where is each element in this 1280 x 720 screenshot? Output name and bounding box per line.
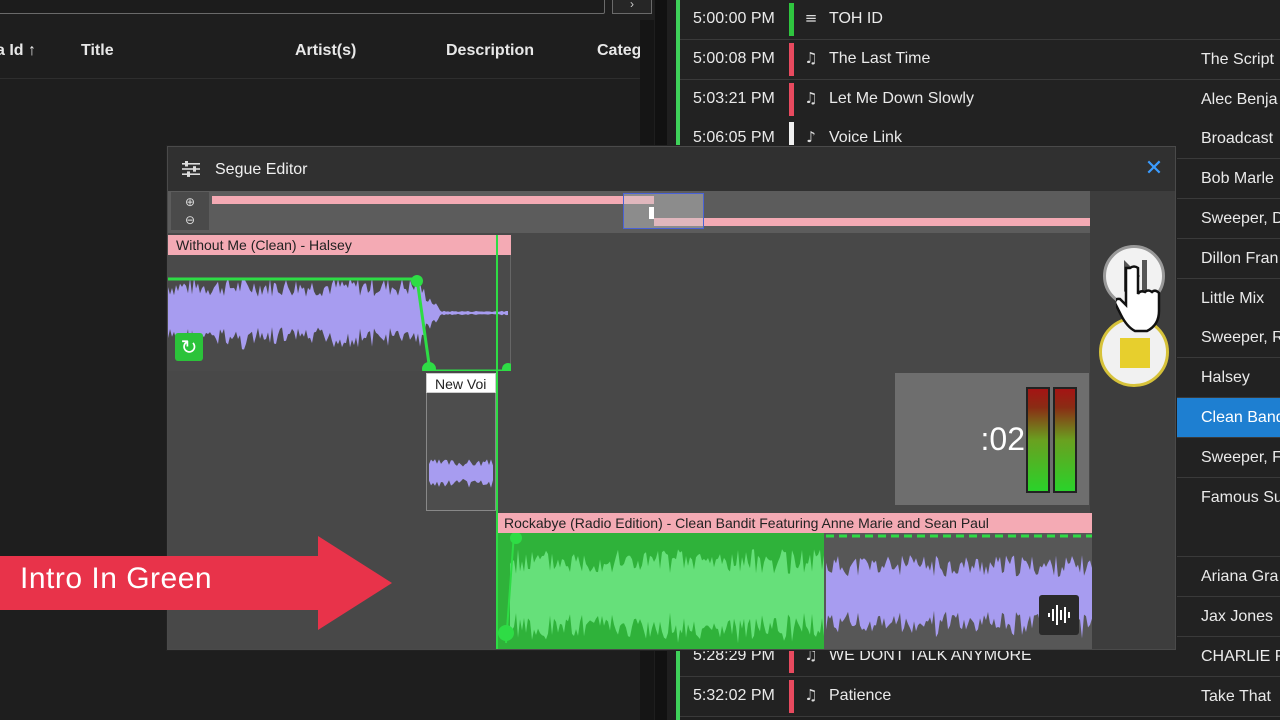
countdown-timer: :02 [980,421,1025,457]
track-voice-waveform[interactable] [426,393,496,511]
playlist-title: Voice Link [829,129,902,147]
playlist-row[interactable]: 5:00:00 PM ≡ TOH ID [680,0,1280,40]
playlist-artist: Clean Band [1201,409,1280,426]
playlist-artist: Sweeper, F [1201,448,1280,466]
meter-fill-left [1028,389,1048,491]
column-header-id[interactable]: a Id ↑ [0,42,36,60]
category-color-bar [789,42,794,76]
overview-track-outgoing [212,196,654,204]
track-outgoing-label: Without Me (Clean) - Halsey [168,235,511,255]
zoom-in-icon[interactable]: ⊕ [177,193,203,211]
playlist-artist: Ariana Gra [1201,568,1279,586]
header-divider [0,78,640,79]
close-icon[interactable]: ✕ [1143,158,1165,181]
search-go-button[interactable]: › [612,0,652,14]
waveform-voice [429,459,493,488]
countdown-panel: :02 [895,373,1089,505]
playlist-artist: Broadcast [1201,130,1274,148]
playlist-time: 5:32:02 PM [693,686,775,704]
category-color-bar [789,3,794,36]
stop-icon [1120,338,1150,368]
column-header-description[interactable]: Description [446,42,534,60]
playlist-title: TOH ID [829,10,883,27]
playlist-artist: Jax Jones [1201,608,1274,625]
playlist-artist: Bob Marle [1201,170,1274,188]
track-voice-label: New Voi [426,373,496,393]
category-color-bar [789,679,794,713]
track-outgoing-waveform[interactable] [168,255,514,376]
playlist-artist: Famous Su [1201,488,1280,506]
column-header-artists[interactable]: Artist(s) [295,42,356,60]
level-meter-right [1053,387,1077,493]
dialog-title: Segue Editor [215,161,308,178]
music-note-icon: ♫ [804,88,818,107]
playlist-artist: Sweeper, D [1201,210,1280,227]
playlist-row[interactable]: 5:32:02 PM ♫ Patience Take That [680,676,1280,717]
timeline-overview[interactable]: ⊕ ⊖ [168,191,1090,233]
zoom-controls: ⊕ ⊖ [171,192,209,230]
playlist-artist: Take That [1201,687,1271,705]
meter-fill-right [1055,389,1075,491]
column-header-title[interactable]: Title [81,42,114,60]
track-incoming-label: Rockabye (Radio Edition) - Clean Bandit … [496,513,1092,533]
overview-track-incoming [654,218,1090,226]
dialog-header: Segue Editor ✕ [168,147,1175,191]
playlist-title: Patience [829,686,892,704]
waveform-incoming [498,533,1092,644]
playlist-artist: Alec Benja [1201,90,1278,108]
playlist-time: 5:06:05 PM [693,129,775,147]
playlist-title: Let Me Down Slowly [829,89,974,107]
playlist-title: The Last Time [829,49,931,67]
loop-icon[interactable]: ↻ [175,333,203,361]
antenna-icon: ≡ [804,9,818,27]
playlist-time: 5:03:21 PM [693,89,775,107]
overview-position-marker [649,207,654,219]
playlist-row[interactable]: 5:00:08 PM ♫ The Last Time The Script [680,39,1280,80]
playlist-artist: Dillon Fran [1201,249,1279,267]
playlist-artist: Little Mix [1201,289,1265,307]
playlist-artist: The Script [1201,50,1274,68]
level-meter-left [1026,387,1050,493]
music-note-icon: ♫ [804,48,818,67]
waveform-icon[interactable] [1039,595,1079,635]
music-note-icon: ♫ [804,685,818,704]
overview-viewport-handle[interactable] [623,193,704,229]
column-header-category[interactable]: Categ [597,42,641,60]
playlist-artist: CHARLIE P [1201,647,1280,665]
playlist-time: 5:00:00 PM [693,10,775,27]
category-color-bar [789,82,794,116]
waveform-outgoing [168,275,514,376]
playlist-artist: Halsey [1201,369,1250,387]
playlist-time: 5:00:08 PM [693,49,775,67]
playlist-row[interactable]: 5:03:21 PM ♫ Let Me Down Slowly Alec Benja [680,79,1280,120]
hand-cursor-icon [1116,265,1161,333]
search-input[interactable] [0,0,605,14]
callout-text: Intro In Green [20,562,213,595]
playhead-line[interactable] [496,235,498,649]
playlist-artist: Sweeper, R [1201,329,1280,347]
zoom-out-icon[interactable]: ⊖ [177,211,203,229]
sliders-icon [182,161,200,177]
